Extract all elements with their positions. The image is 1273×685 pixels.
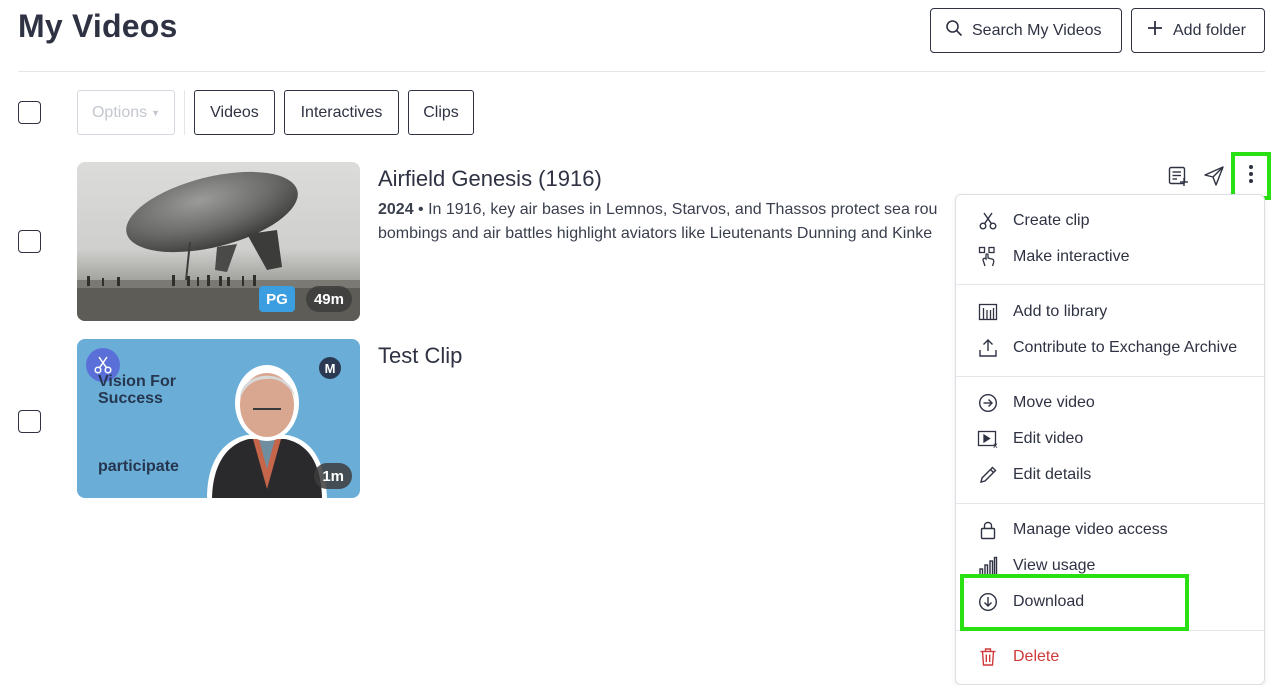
more-vertical-icon [1248,164,1254,189]
search-my-videos-button[interactable]: Search My Videos [930,8,1122,53]
filter-interactives-button[interactable]: Interactives [284,90,399,135]
video-year: 2024 [378,201,414,218]
clip-thumbnail[interactable]: Vision For Success participate M 1m [77,339,360,498]
video-description: 2024 • In 1916, key air bases in Lemnos,… [378,198,958,246]
caret-down-icon: ▼ [151,107,161,118]
menu-download[interactable]: Download [956,584,1264,620]
toolbar-divider [184,90,185,135]
scissors-icon [977,210,999,232]
bar-chart-icon [977,555,999,577]
more-options-button[interactable] [1231,152,1271,200]
header-divider [18,71,1265,72]
menu-make-interactive[interactable]: Make interactive [956,239,1264,275]
menu-delete-label: Delete [1013,648,1060,665]
menu-manage-access-label: Manage video access [1013,521,1168,538]
menu-edit-video-label: Edit video [1013,430,1084,447]
menu-manage-access[interactable]: Manage video access [956,512,1264,548]
filter-videos-button[interactable]: Videos [194,90,275,135]
menu-create-clip[interactable]: Create clip [956,203,1264,239]
video-context-menu: Create clip Make interactive Add to libr… [955,194,1265,685]
add-folder-button[interactable]: Add folder [1131,8,1265,53]
menu-edit-video[interactable]: x Edit video [956,421,1264,457]
options-dropdown[interactable]: Options ▼ [77,90,175,135]
filter-clips-button[interactable]: Clips [408,90,474,135]
arrow-circle-icon [977,392,999,414]
lock-icon [977,519,999,541]
svg-text:x: x [993,441,998,449]
touch-icon [977,246,999,268]
video-thumbnail[interactable]: PG 49m [77,162,360,321]
menu-edit-details[interactable]: Edit details [956,457,1264,493]
clip-title[interactable]: Test Clip [378,343,462,369]
menu-view-usage[interactable]: View usage [956,548,1264,584]
menu-add-to-library[interactable]: Add to library [956,294,1264,330]
bullet-separator: • [418,201,429,218]
video-edit-icon: x [977,428,999,450]
pencil-icon [977,464,999,486]
search-icon [945,19,963,42]
select-all-checkbox[interactable] [18,101,41,124]
duration-badge: 49m [305,286,352,312]
clip-duration-badge: 1m [314,463,352,489]
search-my-videos-label: Search My Videos [972,21,1102,39]
library-icon [977,301,999,323]
add-to-playlist-icon[interactable] [1166,164,1190,188]
menu-contribute-exchange[interactable]: Contribute to Exchange Archive [956,330,1264,366]
upload-icon [977,337,999,359]
page-title: My Videos [18,8,178,44]
menu-divider [956,503,1264,504]
clip-select-checkbox[interactable] [18,410,41,433]
share-send-icon[interactable] [1202,164,1226,188]
menu-add-to-library-label: Add to library [1013,303,1108,320]
video-select-checkbox[interactable] [18,230,41,253]
menu-contribute-exchange-label: Contribute to Exchange Archive [1013,339,1238,356]
menu-divider [956,630,1264,631]
menu-delete[interactable]: Delete [956,639,1264,675]
menu-divider [956,284,1264,285]
menu-move-video[interactable]: Move video [956,385,1264,421]
menu-move-video-label: Move video [1013,394,1095,411]
menu-view-usage-label: View usage [1013,557,1096,574]
video-description-line2: bombings and air battles highlight aviat… [378,225,933,242]
menu-create-clip-label: Create clip [1013,212,1090,229]
video-description-line1: In 1916, key air bases in Lemnos, Starvo… [428,201,938,218]
rating-badge: PG [259,286,295,312]
menu-edit-details-label: Edit details [1013,466,1092,483]
menu-divider [956,376,1264,377]
options-label: Options [91,103,148,121]
download-icon [977,591,999,613]
trash-icon [977,646,999,668]
add-folder-label: Add folder [1173,21,1246,39]
video-title[interactable]: Airfield Genesis (1916) [378,166,602,192]
menu-download-label: Download [1013,593,1085,610]
menu-make-interactive-label: Make interactive [1013,248,1130,265]
plus-icon [1146,19,1164,42]
